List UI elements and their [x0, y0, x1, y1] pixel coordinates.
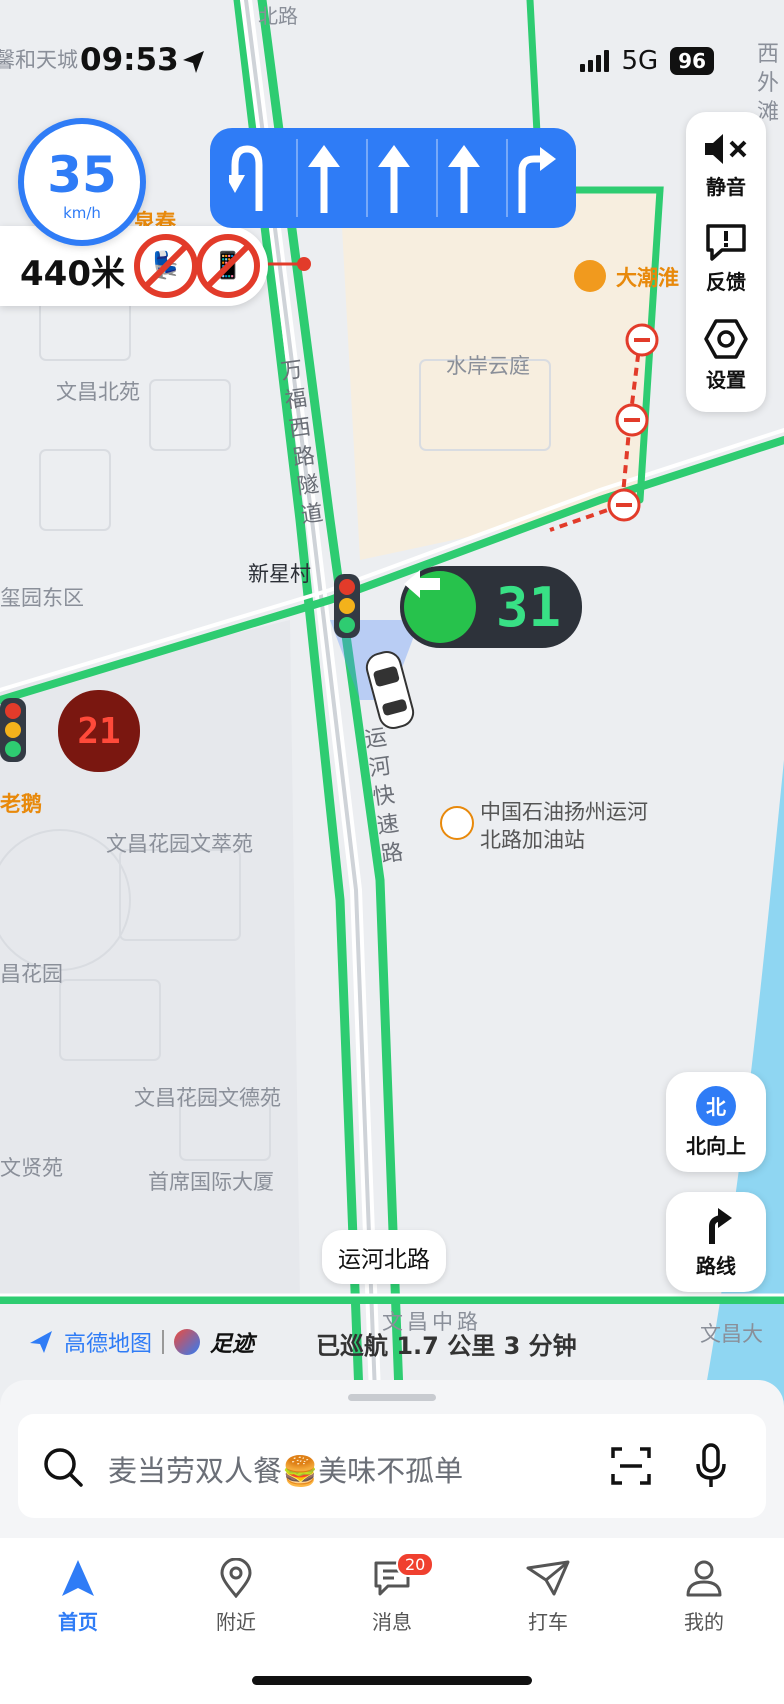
- straight-arrow-icon: [366, 139, 420, 217]
- bottom-sheet: 麦当劳双人餐🍔美味不孤单 首页 附近 20 消息 打车 我的: [0, 1380, 784, 1704]
- map-label-xinxingcun: 新星村: [248, 562, 311, 586]
- amap-logo-icon: [30, 1331, 52, 1353]
- main-countdown-number: 31: [496, 575, 562, 639]
- brand-divider: [162, 1330, 165, 1354]
- speed-unit: km/h: [63, 204, 101, 222]
- traffic-light-left: [0, 698, 26, 762]
- tab-home[interactable]: 首页: [18, 1558, 138, 1635]
- map-tools-panel: 静音 反馈 设置: [686, 112, 766, 412]
- search-placeholder: 麦当劳双人餐🍔美味不孤单: [108, 1454, 464, 1488]
- straight-arrow-icon: [436, 139, 490, 217]
- map-label-wencui: 文昌花园文萃苑: [106, 832, 253, 856]
- map-label-wende: 文昌花园文德苑: [134, 1086, 281, 1110]
- tab-taxi[interactable]: 打车: [488, 1558, 608, 1635]
- status-time: 09:53: [80, 42, 179, 78]
- cruise-summary: 已巡航 1.7 公里 3 分钟: [316, 1332, 577, 1360]
- poi-orange-icon: [574, 260, 606, 292]
- traffic-countdown-left: 21: [58, 690, 140, 772]
- speed-indicator: 35 km/h: [18, 118, 146, 246]
- map-label-petrochina: 中国石油扬州运河北路加油站: [480, 800, 648, 852]
- feedback-button[interactable]: 反馈: [704, 222, 748, 295]
- petrochina-icon: [440, 806, 474, 840]
- feedback-label: 反馈: [706, 270, 746, 295]
- search-bar[interactable]: 麦当劳双人餐🍔美味不孤单: [18, 1414, 766, 1518]
- zuji-label: 足迹: [210, 1332, 255, 1357]
- map-label-shuian: 水岸云庭: [446, 354, 530, 378]
- map-label-shouxi: 首席国际大厦: [148, 1170, 274, 1194]
- right-turn-arrow-icon: [506, 139, 560, 217]
- map-label-top-road: 北路: [258, 4, 298, 28]
- left-arrow-green-icon: [404, 570, 476, 643]
- search-icon: [44, 1448, 83, 1487]
- lane-guidance: [210, 128, 576, 228]
- north-up-button[interactable]: 北 北向上: [666, 1072, 766, 1172]
- traffic-light: [334, 574, 360, 638]
- network-type: 5G: [621, 46, 659, 76]
- map-label-dachaohuai: 大潮淮: [616, 266, 679, 290]
- speed-value: 35: [47, 146, 117, 204]
- mute-label: 静音: [706, 175, 746, 200]
- zuji-logo-icon: [174, 1329, 201, 1355]
- seatbelt-warning-icon: 💺: [134, 234, 198, 298]
- tab-messages[interactable]: 20 消息: [332, 1552, 452, 1635]
- location-pin-icon: [220, 1558, 252, 1598]
- route-label: 路线: [696, 1253, 736, 1278]
- mute-button[interactable]: 静音: [703, 131, 749, 200]
- tab-me-label: 我的: [684, 1610, 724, 1634]
- microphone-icon[interactable]: [694, 1442, 728, 1490]
- distance-text: 440米: [20, 254, 125, 294]
- brand-name: 高德地图: [64, 1332, 153, 1357]
- settings-button[interactable]: 设置: [704, 318, 748, 393]
- tab-taxi-label: 打车: [528, 1610, 568, 1634]
- sheet-drag-handle[interactable]: [348, 1394, 436, 1401]
- route-button[interactable]: 路线: [666, 1192, 766, 1292]
- taxi-flag-icon: [526, 1560, 570, 1596]
- battery-level: 96: [670, 47, 714, 75]
- straight-arrow-icon: [296, 139, 350, 217]
- map-label-wenchang-garden: 昌花园: [0, 962, 63, 986]
- current-road-label: 运河北路: [322, 1230, 446, 1284]
- speaker-mute-icon: [705, 134, 747, 165]
- map-label-xiyuan: 玺园东区: [0, 586, 84, 610]
- home-indicator[interactable]: [252, 1676, 532, 1685]
- user-profile-icon: [686, 1560, 722, 1597]
- traffic-countdown-main: 31: [400, 566, 582, 648]
- north-compass-icon: 北: [696, 1085, 736, 1126]
- map-label-laoe: 老鹅: [0, 792, 42, 816]
- navigation-arrow-icon: [62, 1560, 94, 1596]
- map-label-right-edge: 西外滩: [756, 42, 779, 125]
- settings-hexagon-icon: [704, 319, 748, 359]
- message-count-badge: 20: [396, 1552, 435, 1577]
- feedback-icon: [706, 224, 746, 262]
- map-label-wenchang-right: 文昌大: [700, 1322, 763, 1346]
- map-label-xinhe: 馨和天城: [0, 48, 78, 72]
- left-countdown-number: 21: [77, 710, 121, 752]
- scan-icon[interactable]: [610, 1446, 652, 1486]
- tab-home-label: 首页: [58, 1610, 98, 1634]
- tab-me[interactable]: 我的: [644, 1558, 764, 1635]
- map-label-wenxian: 文贤苑: [0, 1156, 63, 1180]
- settings-label: 设置: [706, 367, 746, 392]
- tab-messages-label: 消息: [372, 1610, 412, 1634]
- no-phone-warning-icon: 📱: [196, 234, 260, 298]
- north-up-label: 北向上: [686, 1133, 746, 1158]
- route-fork-icon: [709, 1207, 732, 1244]
- brand-bar: 高德地图 足迹: [28, 1326, 254, 1358]
- map-label-wenchang-beiyuan: 文昌北苑: [56, 380, 140, 404]
- tab-nearby[interactable]: 附近: [176, 1558, 296, 1635]
- signal-icon: [580, 50, 610, 72]
- tab-nearby-label: 附近: [216, 1610, 256, 1634]
- location-arrow-icon: [183, 51, 204, 73]
- u-turn-left-arrow-icon: [226, 139, 280, 217]
- status-right: 5G 96: [580, 46, 714, 76]
- next-maneuver-card[interactable]: 440米 💺 📱: [0, 226, 268, 306]
